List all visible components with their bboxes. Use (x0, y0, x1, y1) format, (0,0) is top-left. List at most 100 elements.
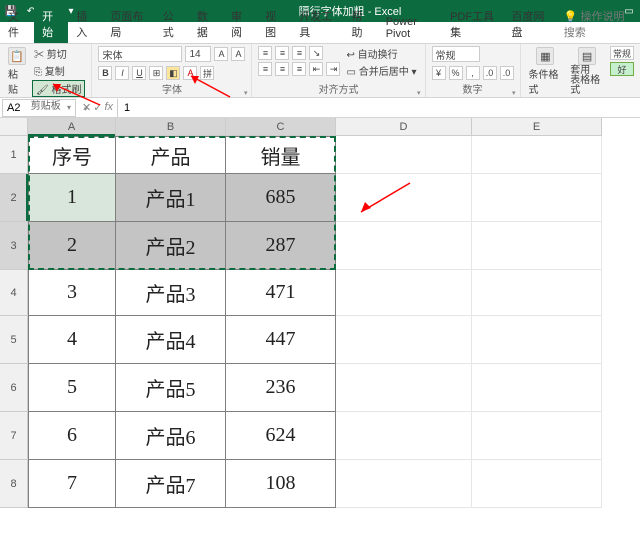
row-header-5[interactable]: 5 (0, 316, 28, 364)
fill-color-button[interactable]: ◧ (166, 66, 180, 80)
font-name-combo[interactable]: 宋体 (98, 46, 182, 62)
currency-icon[interactable]: ¥ (432, 66, 446, 80)
font-color-button[interactable]: A (183, 66, 197, 80)
cell-e7[interactable] (472, 412, 602, 460)
cell-c8[interactable]: 108 (226, 460, 336, 508)
number-format-combo[interactable]: 常规 (432, 46, 480, 62)
increase-font-icon[interactable]: A (214, 47, 228, 61)
style-normal[interactable]: 常规 (610, 46, 634, 60)
cell-a7[interactable]: 6 (28, 412, 116, 460)
cell-e2[interactable] (472, 174, 602, 222)
row-header-7[interactable]: 7 (0, 412, 28, 460)
tab-home[interactable]: 开始 (34, 5, 68, 43)
tab-powerpivot[interactable]: Power Pivot (378, 13, 442, 43)
cell-b1[interactable]: 产品 (116, 136, 226, 174)
cell-c1[interactable]: 销量 (226, 136, 336, 174)
column-header-e[interactable]: E (472, 118, 602, 136)
clipboard-group-label[interactable]: 剪贴板 (6, 97, 85, 113)
cell-e5[interactable] (472, 316, 602, 364)
tab-formulas[interactable]: 公式 (155, 5, 189, 43)
orientation-icon[interactable]: ↘ (309, 46, 323, 60)
number-group-label[interactable]: 数字 (432, 81, 514, 97)
copy-button[interactable]: ⎘ 复制 (32, 63, 85, 78)
underline-button[interactable]: U (132, 66, 146, 80)
merge-center-button[interactable]: ▭ 合并后居中 ▾ (344, 63, 418, 78)
cell-a2[interactable]: 1 (28, 174, 116, 222)
cell-c7[interactable]: 624 (226, 412, 336, 460)
enter-formula-icon[interactable]: ✓ (93, 101, 102, 114)
cell-a5[interactable]: 4 (28, 316, 116, 364)
tab-view[interactable]: 视图 (257, 5, 291, 43)
cell-b7[interactable]: 产品6 (116, 412, 226, 460)
cell-b6[interactable]: 产品5 (116, 364, 226, 412)
cell-b2[interactable]: 产品1 (116, 174, 226, 222)
tab-review[interactable]: 审阅 (223, 5, 257, 43)
cell-e8[interactable] (472, 460, 602, 508)
format-painter-button[interactable]: 🖌 格式刷 (32, 80, 85, 97)
format-as-table-button[interactable]: ▤ 套用 表格格式 (568, 46, 606, 97)
cell-d2[interactable] (336, 174, 472, 222)
cell-a4[interactable]: 3 (28, 270, 116, 316)
select-all-corner[interactable] (0, 118, 28, 136)
column-header-c[interactable]: C (226, 118, 336, 136)
column-header-a[interactable]: A (28, 118, 116, 136)
cell-a8[interactable]: 7 (28, 460, 116, 508)
cell-d8[interactable] (336, 460, 472, 508)
cell-a3[interactable]: 2 (28, 222, 116, 270)
cell-a1[interactable]: 序号 (28, 136, 116, 174)
align-bottom-icon[interactable]: ≡ (292, 46, 306, 60)
cell-c5[interactable]: 447 (226, 316, 336, 364)
decrease-font-icon[interactable]: A (231, 47, 245, 61)
column-header-b[interactable]: B (116, 118, 226, 136)
cell-e3[interactable] (472, 222, 602, 270)
cell-d6[interactable] (336, 364, 472, 412)
align-left-icon[interactable]: ≡ (258, 62, 272, 76)
paste-button[interactable]: 📋 粘贴 (6, 46, 28, 97)
tell-me-search[interactable]: 💡 操作说明搜索 (556, 5, 640, 43)
row-header-1[interactable]: 1 (0, 136, 28, 174)
tab-help[interactable]: 帮助 (344, 5, 378, 43)
cell-d7[interactable] (336, 412, 472, 460)
tab-data[interactable]: 数据 (189, 5, 223, 43)
cell-e1[interactable] (472, 136, 602, 174)
cell-d1[interactable] (336, 136, 472, 174)
cut-button[interactable]: ✂ 剪切 (32, 46, 85, 61)
tab-file[interactable]: 文件 (0, 5, 34, 43)
cell-c4[interactable]: 471 (226, 270, 336, 316)
cell-c3[interactable]: 287 (226, 222, 336, 270)
tab-dev[interactable]: 开发工具 (291, 5, 343, 43)
column-header-d[interactable]: D (336, 118, 472, 136)
bold-button[interactable]: B (98, 66, 112, 80)
cell-b3[interactable]: 产品2 (116, 222, 226, 270)
row-header-3[interactable]: 3 (0, 222, 28, 270)
indent-inc-icon[interactable]: ⇥ (326, 62, 340, 76)
align-middle-icon[interactable]: ≡ (275, 46, 289, 60)
cell-d5[interactable] (336, 316, 472, 364)
tab-pdf[interactable]: PDF工具集 (442, 5, 503, 43)
row-header-4[interactable]: 4 (0, 270, 28, 316)
wrap-text-button[interactable]: ↩ 自动换行 (344, 46, 418, 61)
align-center-icon[interactable]: ≡ (275, 62, 289, 76)
conditional-format-button[interactable]: ▦ 条件格式 (527, 46, 565, 97)
worksheet-grid[interactable]: A B C D E 1 序号 产品 销量 2 1 产品1 685 3 2 产品2 (0, 118, 640, 508)
align-top-icon[interactable]: ≡ (258, 46, 272, 60)
border-button[interactable]: ⊞ (149, 66, 163, 80)
tab-baidu[interactable]: 百度网盘 (503, 5, 555, 43)
cell-b8[interactable]: 产品7 (116, 460, 226, 508)
cell-d3[interactable] (336, 222, 472, 270)
cell-a6[interactable]: 5 (28, 364, 116, 412)
cell-e6[interactable] (472, 364, 602, 412)
cell-c6[interactable]: 236 (226, 364, 336, 412)
cell-b4[interactable]: 产品3 (116, 270, 226, 316)
percent-icon[interactable]: % (449, 66, 463, 80)
dec-decimal-icon[interactable]: .0 (500, 66, 514, 80)
formula-input[interactable]: 1 (117, 99, 640, 117)
cell-d4[interactable] (336, 270, 472, 316)
row-header-2[interactable]: 2 (0, 174, 28, 222)
comma-icon[interactable]: , (466, 66, 480, 80)
row-header-8[interactable]: 8 (0, 460, 28, 508)
alignment-group-label[interactable]: 对齐方式 (258, 81, 418, 97)
font-size-combo[interactable]: 14 (185, 46, 211, 62)
fx-icon[interactable]: fx (104, 101, 113, 114)
tab-insert[interactable]: 插入 (68, 5, 102, 43)
